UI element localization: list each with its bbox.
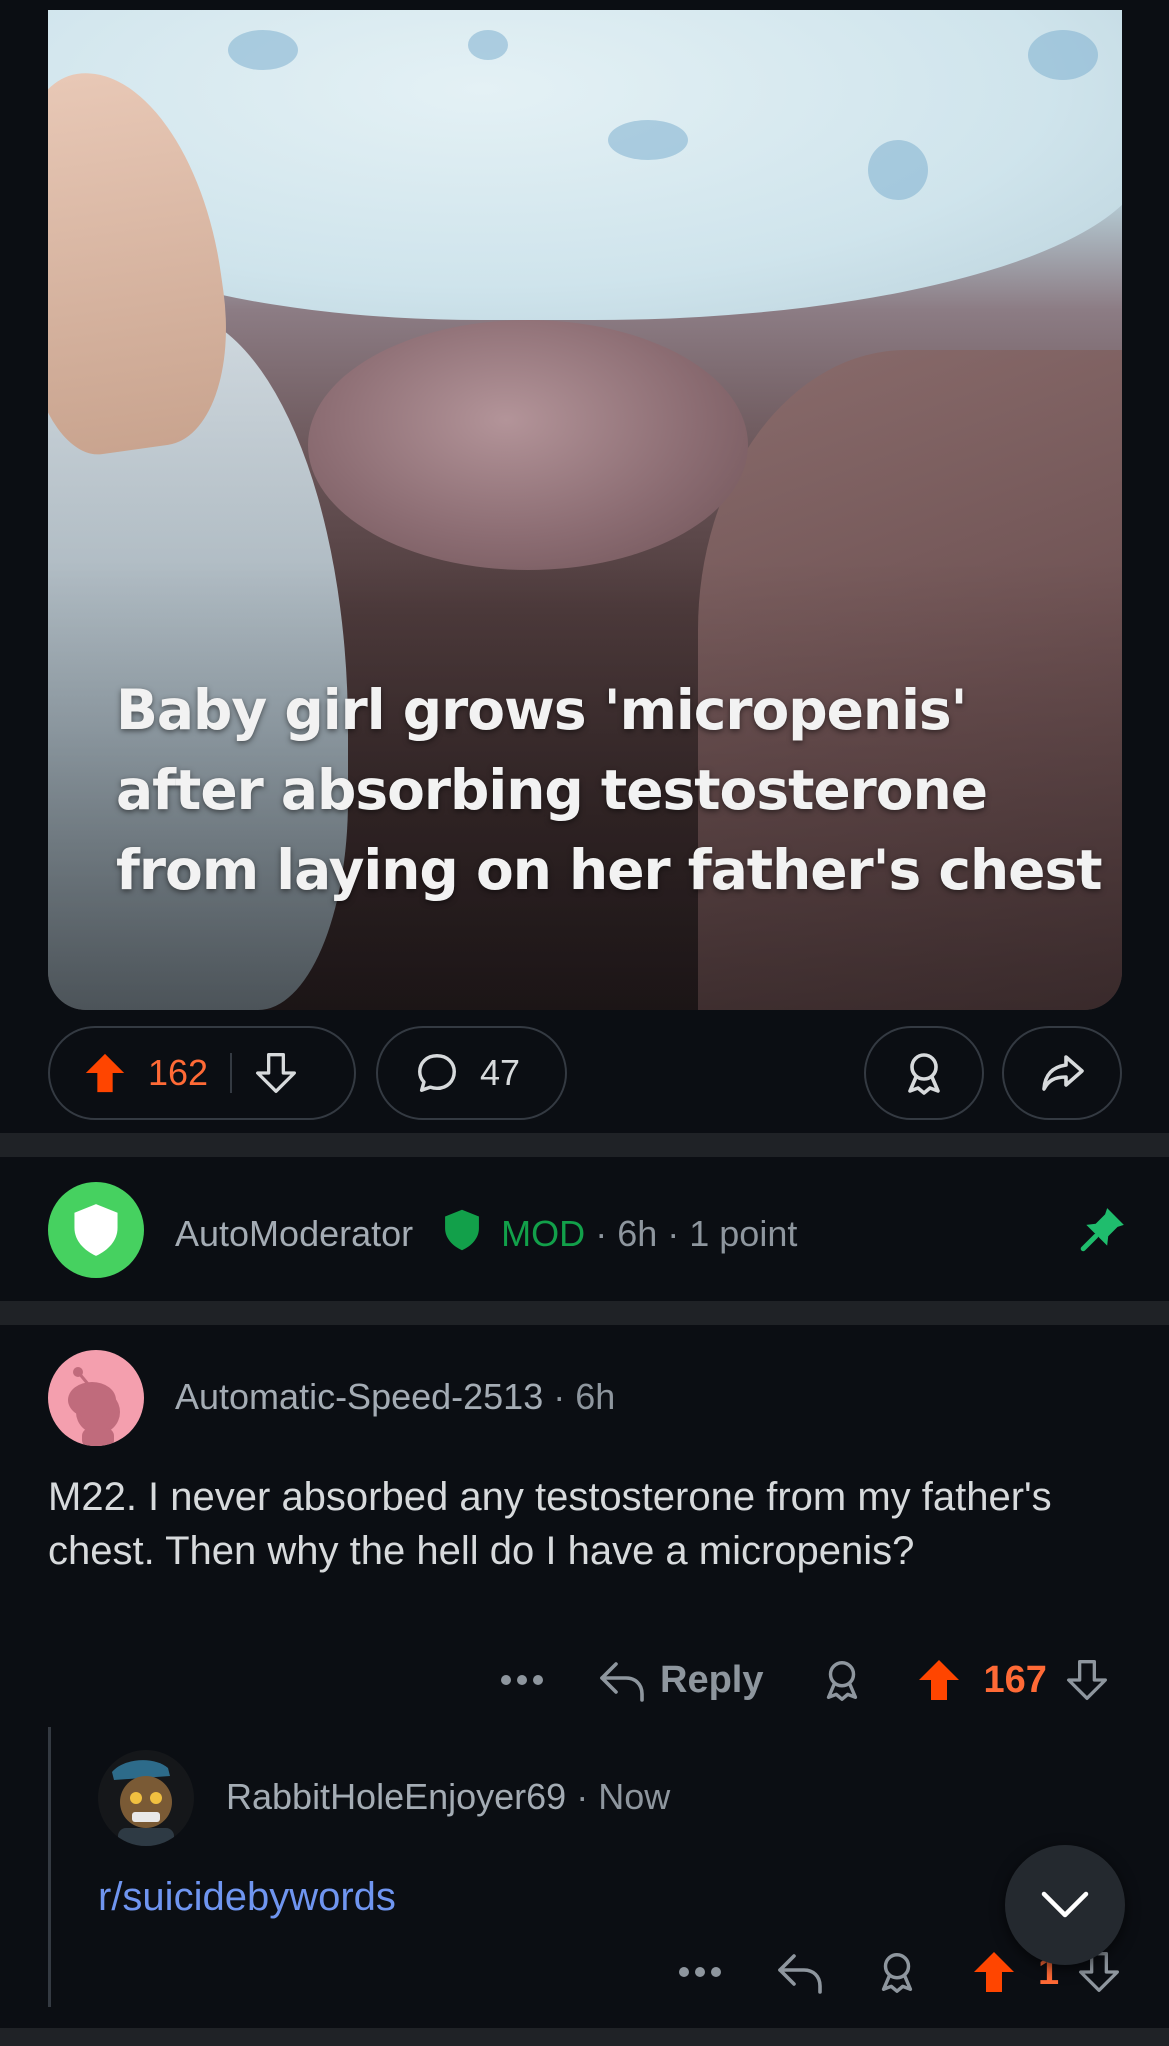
comment1-username[interactable]: Automatic-Speed-2513	[175, 1376, 543, 1417]
shield-icon	[70, 1202, 122, 1258]
vote-divider	[230, 1053, 233, 1093]
more-options-icon[interactable]	[678, 1966, 722, 1978]
meta-dot: ·	[553, 1376, 576, 1417]
comment1-time: 6h	[575, 1376, 616, 1417]
upvote-icon[interactable]	[82, 1050, 128, 1096]
reply-button[interactable]: Reply	[660, 1659, 763, 1702]
mod-shield-icon	[441, 1208, 483, 1252]
reply-icon[interactable]	[598, 1658, 646, 1702]
comment2-time: Now	[598, 1776, 671, 1817]
bottom-strip	[0, 2028, 1169, 2046]
thread-line[interactable]	[48, 1727, 51, 2007]
post-comments-button[interactable]: 47	[376, 1026, 567, 1120]
bear-avatar-icon	[112, 1760, 174, 1846]
post-share-button[interactable]	[1002, 1026, 1122, 1120]
snoo-icon	[68, 1367, 120, 1446]
share-icon	[1038, 1049, 1086, 1097]
award-icon[interactable]	[874, 1949, 920, 1995]
award-icon[interactable]	[819, 1657, 865, 1703]
chevron-down-icon	[1040, 1890, 1090, 1920]
comment1-actions: Reply 167	[500, 1650, 1109, 1710]
image-caption: Baby girl grows 'micropenis' after absor…	[116, 678, 1103, 902]
scroll-next-button[interactable]	[1005, 1845, 1125, 1965]
post-upvote-count: 162	[148, 1052, 209, 1093]
post-vote-pill: 162	[48, 1026, 356, 1120]
post-image[interactable]: Baby girl grows 'micropenis' after absor…	[48, 10, 1122, 1010]
section-separator	[0, 1133, 1169, 1157]
comment1-body: M22. I never absorbed any testosterone f…	[48, 1475, 1052, 1573]
automod-avatar[interactable]	[48, 1182, 144, 1278]
automod-time: 6h	[617, 1213, 658, 1254]
more-options-icon[interactable]	[500, 1674, 544, 1686]
meta-dot: ·	[576, 1776, 599, 1817]
upvote-icon[interactable]	[970, 1948, 1018, 1996]
comment1-meta: Automatic-Speed-2513 · 6h	[175, 1376, 615, 1418]
meta-dot: ·	[595, 1213, 618, 1254]
downvote-icon[interactable]	[1065, 1656, 1109, 1704]
comment1-vote-count: 167	[983, 1658, 1047, 1701]
pin-icon	[1078, 1204, 1128, 1254]
automod-meta: AutoModerator MOD · 6h · 1 point	[175, 1208, 797, 1255]
upvote-icon[interactable]	[915, 1656, 963, 1704]
post-comment-count: 47	[480, 1052, 521, 1093]
subreddit-link[interactable]: r/suicidebywords	[98, 1870, 396, 1924]
reply-icon[interactable]	[776, 1950, 824, 1994]
comment-bubble-icon	[414, 1050, 460, 1096]
meta-dot: ·	[667, 1213, 690, 1254]
post-award-button[interactable]	[864, 1026, 984, 1120]
automod-username[interactable]: AutoModerator	[175, 1213, 413, 1254]
automod-points: 1 point	[689, 1213, 798, 1254]
section-separator	[0, 1301, 1169, 1325]
comment1-avatar[interactable]	[48, 1350, 144, 1446]
comment2-avatar[interactable]	[98, 1750, 194, 1846]
award-icon	[900, 1049, 948, 1097]
downvote-icon[interactable]	[254, 1050, 298, 1096]
comment2-meta: RabbitHoleEnjoyer69 · Now	[226, 1776, 670, 1818]
comment2-username[interactable]: RabbitHoleEnjoyer69	[226, 1776, 566, 1817]
mod-badge: MOD	[501, 1213, 586, 1254]
